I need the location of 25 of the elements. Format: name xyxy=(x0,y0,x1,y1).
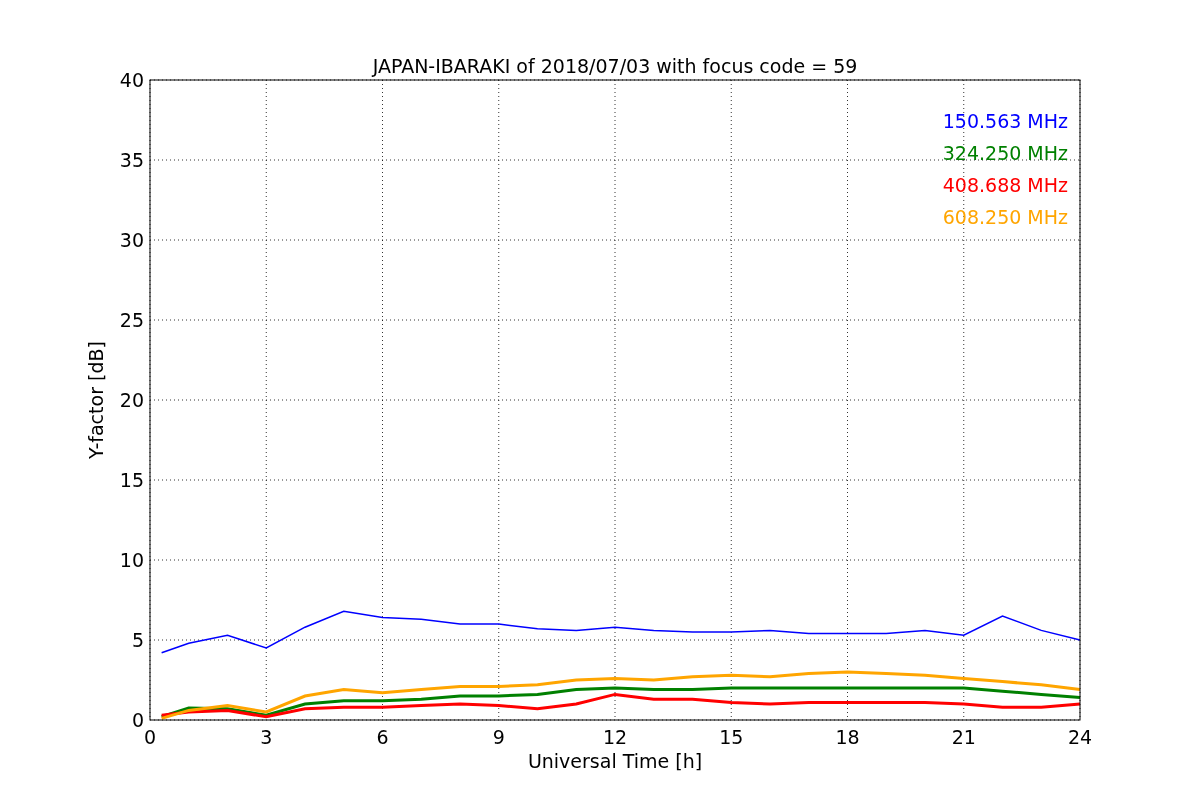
y-tick-label: 5 xyxy=(131,629,144,651)
chart-title: JAPAN-IBARAKI of 2018/07/03 with focus code = 59 xyxy=(372,55,858,77)
x-tick-label: 24 xyxy=(1067,726,1093,748)
x-tick-label: 15 xyxy=(719,726,744,748)
y-tick-label: 35 xyxy=(119,149,144,171)
legend-label: 608.250 MHz xyxy=(942,206,1068,228)
y-tick-label: 40 xyxy=(119,69,144,91)
legend-label: 324.250 MHz xyxy=(942,142,1068,164)
y-tick-label: 10 xyxy=(119,549,144,571)
y-tick-label: 20 xyxy=(119,389,144,411)
x-tick-label: 6 xyxy=(376,726,389,748)
x-tick-label: 21 xyxy=(951,726,976,748)
legend-label: 408.688 MHz xyxy=(942,174,1068,196)
x-tick-label: 3 xyxy=(260,726,273,748)
legend-label: 150.563 MHz xyxy=(942,110,1068,132)
x-tick-label: 18 xyxy=(835,726,860,748)
y-axis-label: Y-factor [dB] xyxy=(85,341,107,459)
x-tick-label: 12 xyxy=(602,726,628,748)
y-tick-label: 30 xyxy=(119,229,144,251)
y-tick-label: 25 xyxy=(119,309,144,331)
x-tick-label: 0 xyxy=(143,726,157,748)
y-tick-label: 15 xyxy=(119,469,144,491)
y-tick-label: 0 xyxy=(131,709,144,731)
x-axis-label: Universal Time [h] xyxy=(527,750,703,772)
x-tick-label: 9 xyxy=(492,726,505,748)
